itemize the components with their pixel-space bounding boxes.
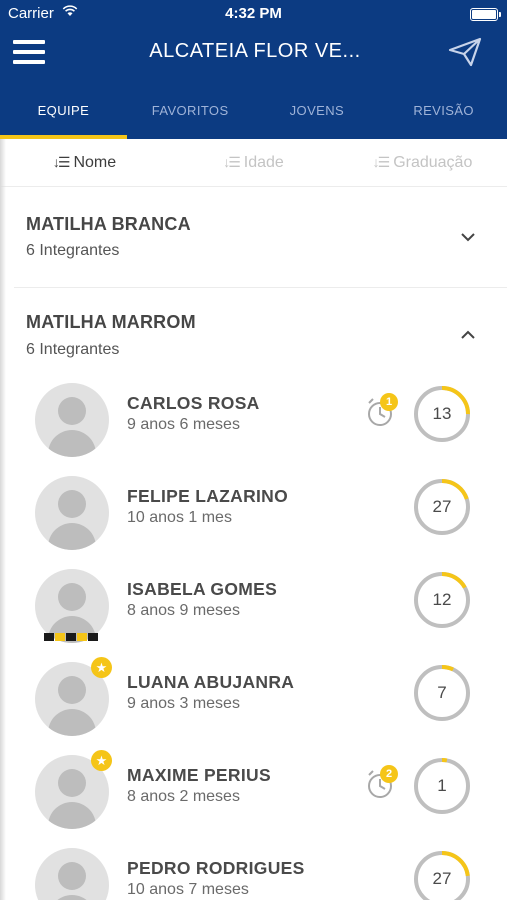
member-age: 9 anos 3 meses (127, 695, 240, 712)
list-item[interactable]: FELIPE LAZARINO 10 anos 1 mes 27 (0, 464, 507, 557)
group-member-count: 6 Integrantes (26, 242, 120, 259)
tab-favoritos[interactable]: FAVORITOS (127, 80, 254, 139)
drawer-edge-shadow (0, 139, 6, 900)
member-age: 8 anos 9 meses (127, 602, 240, 619)
avatar (35, 383, 109, 457)
tab-jovens[interactable]: JOVENS (254, 80, 381, 139)
alarm-clock-icon[interactable]: 1 (364, 393, 400, 429)
notification-badge: 2 (380, 765, 398, 783)
sort-bar: ↓☰ Nome ↓☰ Idade ↓☰ Graduação (0, 139, 507, 187)
sort-label-name: Nome (73, 153, 117, 171)
member-name: LUANA ABUJANRA (127, 672, 295, 692)
progress-ring[interactable]: 13 (413, 385, 471, 443)
list-item[interactable]: PEDRO RODRIGUES 10 anos 7 meses 27 (0, 836, 507, 900)
tab-equipe[interactable]: EQUIPE (0, 80, 127, 139)
scarf-icon (44, 633, 98, 641)
progress-ring[interactable]: 1 (413, 757, 471, 815)
alarm-clock-icon[interactable]: 2 (364, 765, 400, 801)
battery-icon (470, 8, 501, 21)
paper-plane-icon[interactable] (447, 36, 483, 68)
group-member-count: 6 Integrantes (26, 341, 120, 358)
progress-count: 12 (432, 590, 452, 609)
member-name: FELIPE LAZARINO (127, 486, 289, 506)
progress-ring[interactable]: 27 (413, 850, 471, 900)
member-name: MAXIME PERIUS (127, 765, 271, 785)
progress-ring[interactable]: 7 (413, 664, 471, 722)
chevron-up-icon[interactable] (457, 328, 479, 342)
progress-ring[interactable]: 27 (413, 478, 471, 536)
progress-count: 13 (432, 404, 452, 423)
progress-count: 7 (437, 683, 447, 702)
group-title: MATILHA BRANCA (26, 214, 191, 234)
member-name: PEDRO RODRIGUES (127, 858, 305, 878)
member-name: ISABELA GOMES (127, 579, 278, 599)
avatar (35, 476, 109, 550)
progress-count: 27 (432, 869, 452, 888)
sort-by-name[interactable]: ↓☰ Nome (0, 139, 169, 186)
sort-by-rank[interactable]: ↓☰ Graduação (338, 139, 507, 186)
progress-ring[interactable]: 12 (413, 571, 471, 629)
tab-bar: EQUIPE FAVORITOS JOVENS REVISÃO (0, 80, 507, 139)
sort-icon: ↓☰ (223, 154, 241, 170)
group-title: MATILHA MARROM (26, 312, 196, 332)
clock: 4:32 PM (225, 5, 282, 22)
group-header-matilha-branca[interactable]: MATILHA BRANCA 6 Integrantes (14, 190, 507, 286)
tab-revisao[interactable]: REVISÃO (380, 80, 507, 139)
list-item[interactable]: CARLOS ROSA 9 anos 6 meses 1 13 (0, 371, 507, 464)
progress-count: 27 (432, 497, 452, 516)
star-icon: ★ (91, 657, 112, 678)
member-age: 9 anos 6 meses (127, 416, 240, 433)
navigation-bar: ALCATEIA FLOR VE... (0, 28, 507, 80)
progress-count: 1 (437, 776, 447, 795)
sort-by-age[interactable]: ↓☰ Idade (169, 139, 338, 186)
status-bar: Carrier 4:32 PM (0, 0, 507, 28)
page-title: ALCATEIA FLOR VE... (149, 40, 361, 62)
sort-icon: ↓☰ (372, 154, 391, 170)
member-age: 10 anos 7 meses (127, 881, 249, 898)
sort-label-age: Idade (243, 153, 284, 171)
hamburger-icon[interactable] (13, 40, 45, 68)
member-name: CARLOS ROSA (127, 393, 260, 413)
group-header-matilha-marrom[interactable]: MATILHA MARROM 6 Integrantes (14, 288, 507, 368)
notification-badge: 1 (380, 393, 398, 411)
list-item[interactable]: ISABELA GOMES 8 anos 9 meses 12 (0, 557, 507, 650)
list-item[interactable]: ★ LUANA ABUJANRA 9 anos 3 meses 7 (0, 650, 507, 743)
star-icon: ★ (91, 750, 112, 771)
sort-label-rank: Graduação (393, 153, 473, 171)
chevron-down-icon[interactable] (457, 230, 479, 244)
member-age: 10 anos 1 mes (127, 509, 232, 526)
list-item[interactable]: ★ MAXIME PERIUS 8 anos 2 meses 2 1 (0, 743, 507, 836)
avatar (35, 848, 109, 900)
sort-icon: ↓☰ (52, 154, 71, 170)
member-age: 8 anos 2 meses (127, 788, 240, 805)
